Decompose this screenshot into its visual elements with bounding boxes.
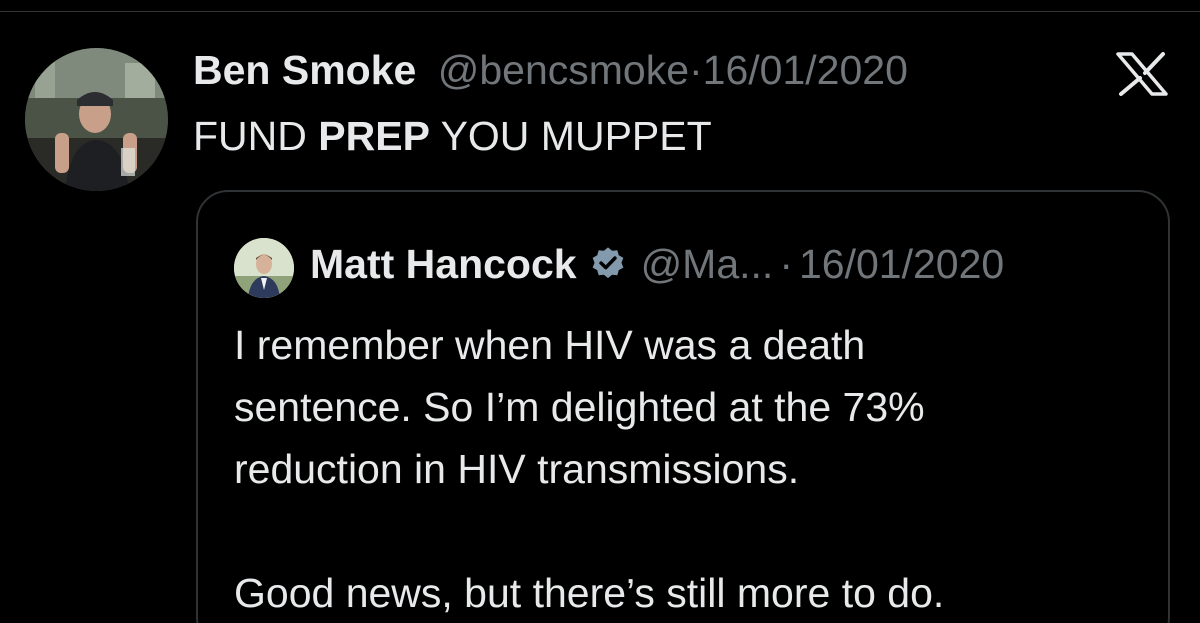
author-name[interactable]: Ben Smoke [193,47,416,93]
quoted-text-line: I remember when HIV was a death [234,322,866,368]
quoted-text-line: reduction in HIV transmissions. [234,446,800,492]
quoted-tweet-date[interactable]: 16/01/2020 [799,240,1004,288]
quoted-author-name[interactable]: Matt Hancock [310,240,577,288]
tweet-text-part: YOU MUPPET [429,113,712,159]
author-handle[interactable]: @bencsmoke [438,47,689,93]
verified-badge-icon [592,247,623,279]
tweet-text-bold: PREP [318,113,430,159]
quoted-tweet-card[interactable]: Matt Hancock @Ma... · 16/01/2020 I remem… [196,190,1170,623]
quoted-tweet-text: I remember when HIV was a death sentence… [234,314,1134,623]
tweet-date[interactable]: 16/01/2020 [703,47,908,93]
quoted-tweet-header: Matt Hancock @Ma... · 16/01/2020 [310,240,1004,288]
quoted-author-avatar[interactable] [234,238,294,298]
separator-dot: · [779,241,793,287]
x-logo-icon [1116,52,1168,96]
author-avatar[interactable] [25,48,168,191]
tweet-text-part: FUND [193,113,319,159]
quoted-text-line: sentence. So I’m delighted at the 73% [234,384,925,430]
separator-dot: · [689,47,703,93]
top-divider [0,11,1200,12]
tweet-header: Ben Smoke @bencsmoke·16/01/2020 [193,46,908,94]
quoted-text-line: Good news, but there’s still more to do. [234,570,945,616]
tweet-text: FUND PREP YOU MUPPET [193,111,712,161]
quoted-author-handle[interactable]: @Ma... [641,240,774,288]
